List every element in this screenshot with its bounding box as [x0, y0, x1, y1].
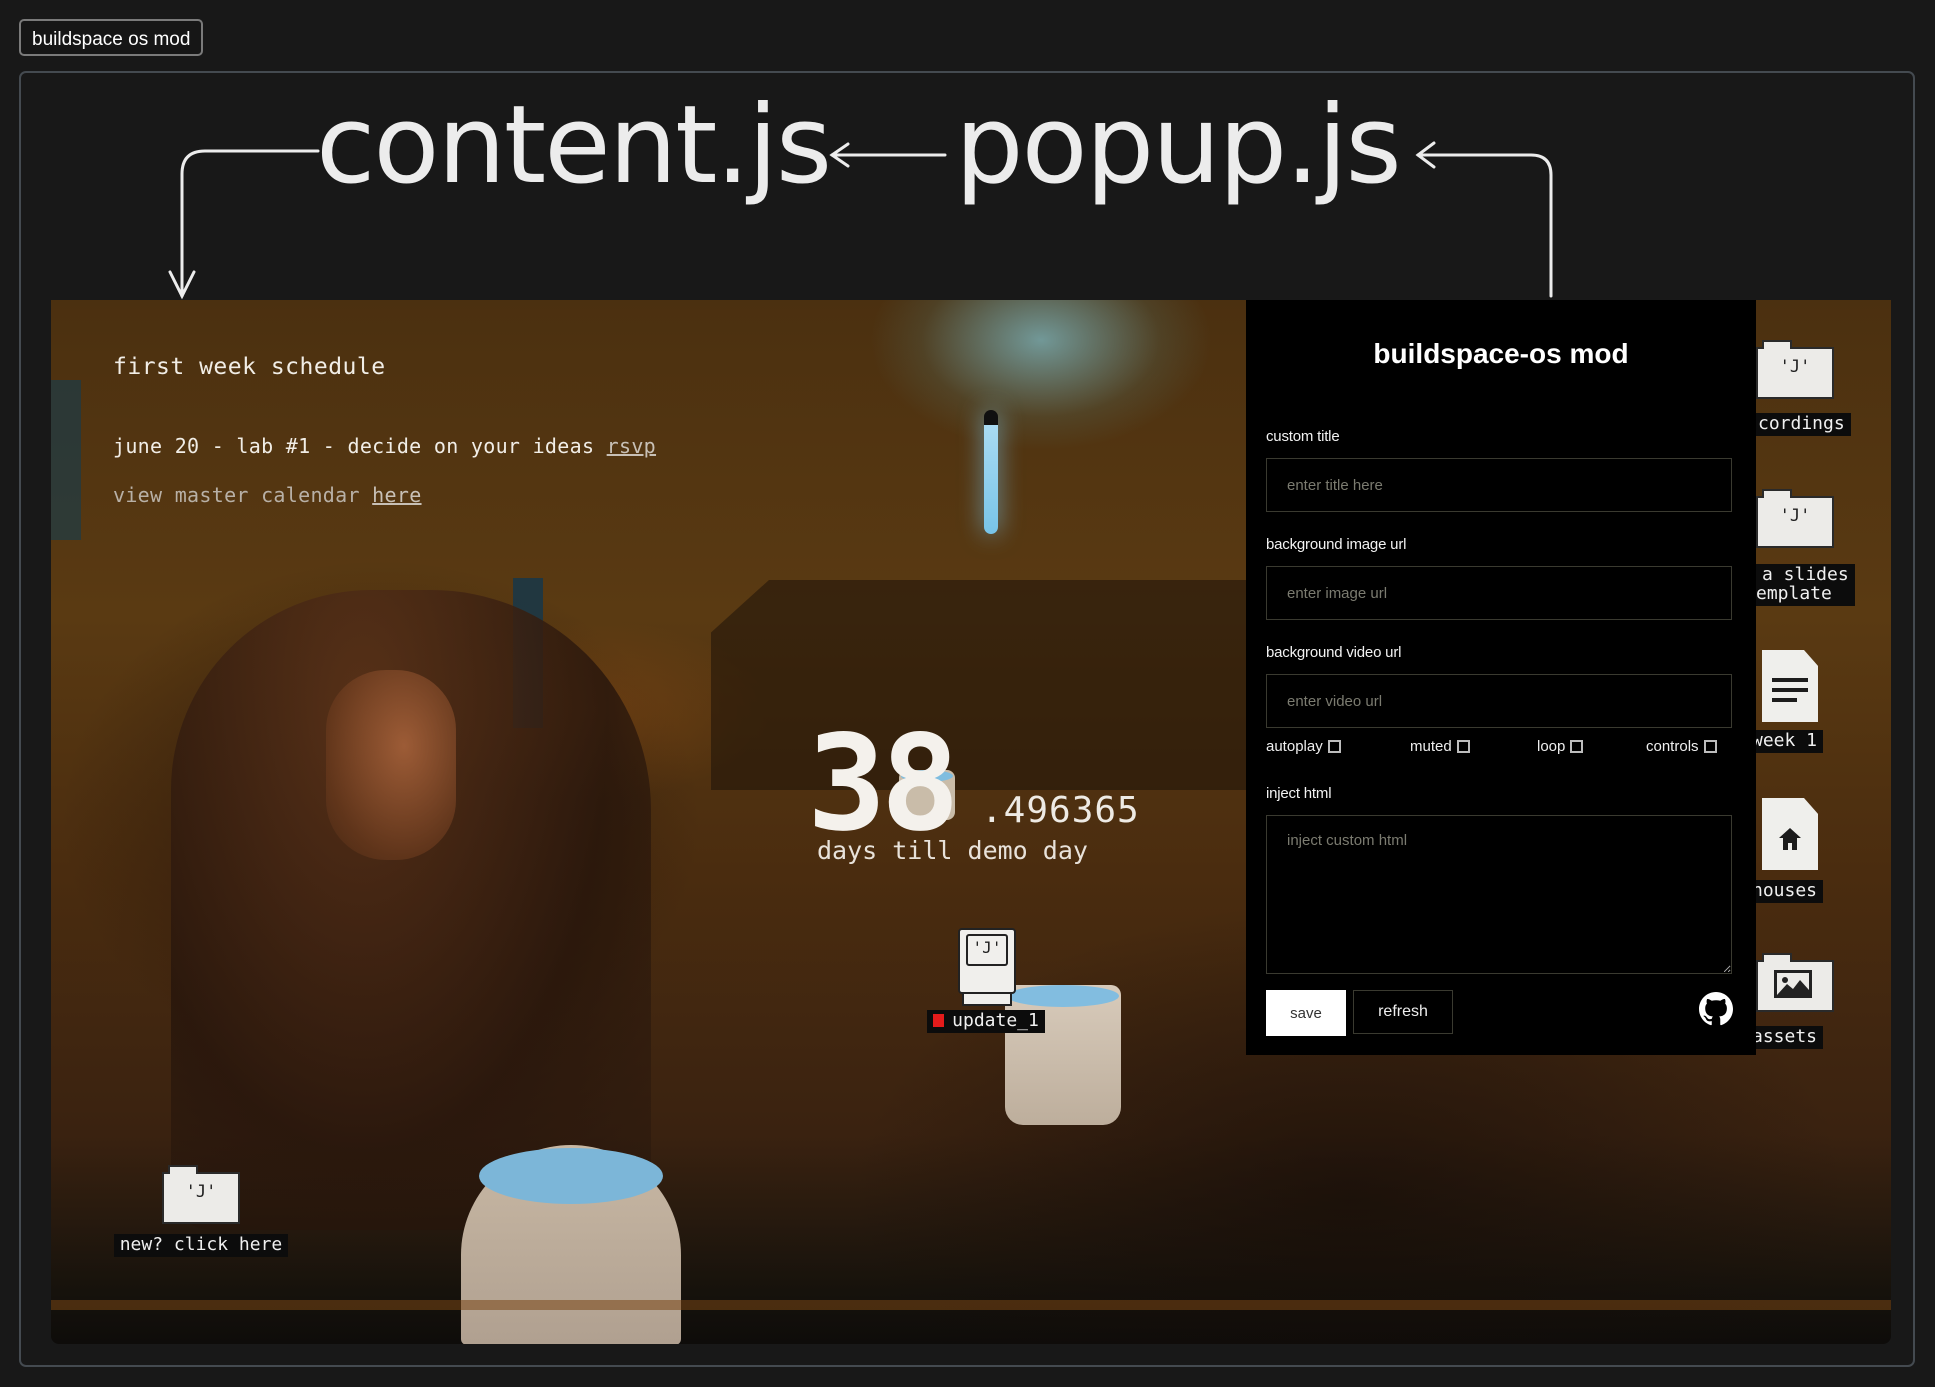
background-video-url-label: background video url: [1266, 644, 1402, 661]
houses-desktop-icon[interactable]: houses: [1746, 798, 1866, 903]
checkbox-box[interactable]: [1327, 740, 1341, 753]
schedule-title: first week schedule: [113, 354, 386, 380]
arrow-panel-to-popup: [1416, 153, 1553, 298]
custom-title-input[interactable]: [1266, 458, 1732, 512]
background-face: [326, 670, 456, 860]
status-indicator: [933, 1014, 945, 1027]
background-image-url-input[interactable]: [1266, 566, 1732, 620]
countdown-label: days till demo day: [817, 836, 1088, 865]
autoplay-checkbox[interactable]: autoplay: [1266, 738, 1341, 755]
background-booth: [711, 580, 1291, 790]
loop-checkbox[interactable]: loop: [1537, 738, 1584, 755]
image-folder-icon: [1756, 953, 1834, 1012]
video-options: autoplay muted loop controls: [1266, 738, 1732, 758]
github-icon[interactable]: [1699, 992, 1733, 1026]
custom-title-label: custom title: [1266, 428, 1340, 445]
master-calendar-link[interactable]: here: [372, 483, 421, 507]
slides-template-desktop-icon[interactable]: 'J' a slides emplate: [1756, 489, 1866, 606]
update-icon-label: update_1: [927, 1010, 1045, 1033]
master-calendar-text: view master calendar: [113, 483, 360, 507]
week-1-label: week 1: [1746, 730, 1824, 753]
arrow-content-to-page: [180, 149, 320, 298]
mac-computer-icon: 'J': [958, 928, 1016, 1006]
inject-html-label: inject html: [1266, 785, 1332, 802]
ceiling-light: [984, 410, 998, 534]
houses-label: houses: [1746, 880, 1824, 903]
checkbox-box[interactable]: [1703, 740, 1717, 753]
countdown-days: 38: [807, 707, 960, 861]
checkbox-box[interactable]: [1456, 740, 1470, 753]
schedule-item: june 20 - lab #1 - decide on your ideas …: [113, 434, 656, 458]
update-desktop-icon[interactable]: 'J' update_1: [906, 928, 1066, 1033]
background-window: [51, 380, 81, 540]
slides-template-label: a slides emplate: [1756, 564, 1855, 606]
house-document-icon: [1762, 798, 1818, 870]
week-1-desktop-icon[interactable]: week 1: [1746, 650, 1866, 753]
document-icon: [1762, 650, 1818, 722]
master-calendar-line: view master calendar here: [113, 483, 422, 507]
background-image-url-label: background image url: [1266, 536, 1407, 553]
background-video-url-input[interactable]: [1266, 674, 1732, 728]
controls-checkbox[interactable]: controls: [1646, 738, 1717, 755]
new-click-here-desktop-icon[interactable]: 'J' new? click here: [111, 1165, 291, 1257]
checkbox-box[interactable]: [1570, 740, 1584, 753]
assets-desktop-icon[interactable]: assets: [1746, 953, 1866, 1049]
assets-label: assets: [1746, 1026, 1824, 1049]
save-button[interactable]: save: [1266, 990, 1346, 1036]
new-click-here-label: new? click here: [113, 1234, 289, 1257]
recordings-desktop-icon[interactable]: 'J' cordings: [1752, 340, 1866, 436]
folder-icon: 'J': [1756, 489, 1834, 548]
rsvp-link[interactable]: rsvp: [607, 434, 656, 458]
muted-checkbox[interactable]: muted: [1410, 738, 1470, 755]
recordings-label: cordings: [1752, 413, 1851, 436]
schedule-item-text: june 20 - lab #1 - decide on your ideas: [113, 434, 595, 458]
background-lamp-top: [479, 1148, 663, 1204]
page-screenshot: first week schedule june 20 - lab #1 - d…: [51, 300, 1891, 1344]
background-desk-edge: [51, 1300, 1891, 1310]
countdown-fraction: .496365: [981, 790, 1140, 831]
popup-title: buildspace-os mod: [1373, 338, 1629, 369]
folder-icon: 'J': [1756, 340, 1834, 399]
flow-arrows: [168, 141, 1553, 300]
extension-popup: buildspace-os mod custom title backgroun…: [1246, 300, 1756, 1055]
folder-icon: 'J': [162, 1165, 240, 1224]
refresh-button[interactable]: refresh: [1353, 990, 1453, 1034]
inject-html-textarea[interactable]: [1266, 815, 1732, 974]
